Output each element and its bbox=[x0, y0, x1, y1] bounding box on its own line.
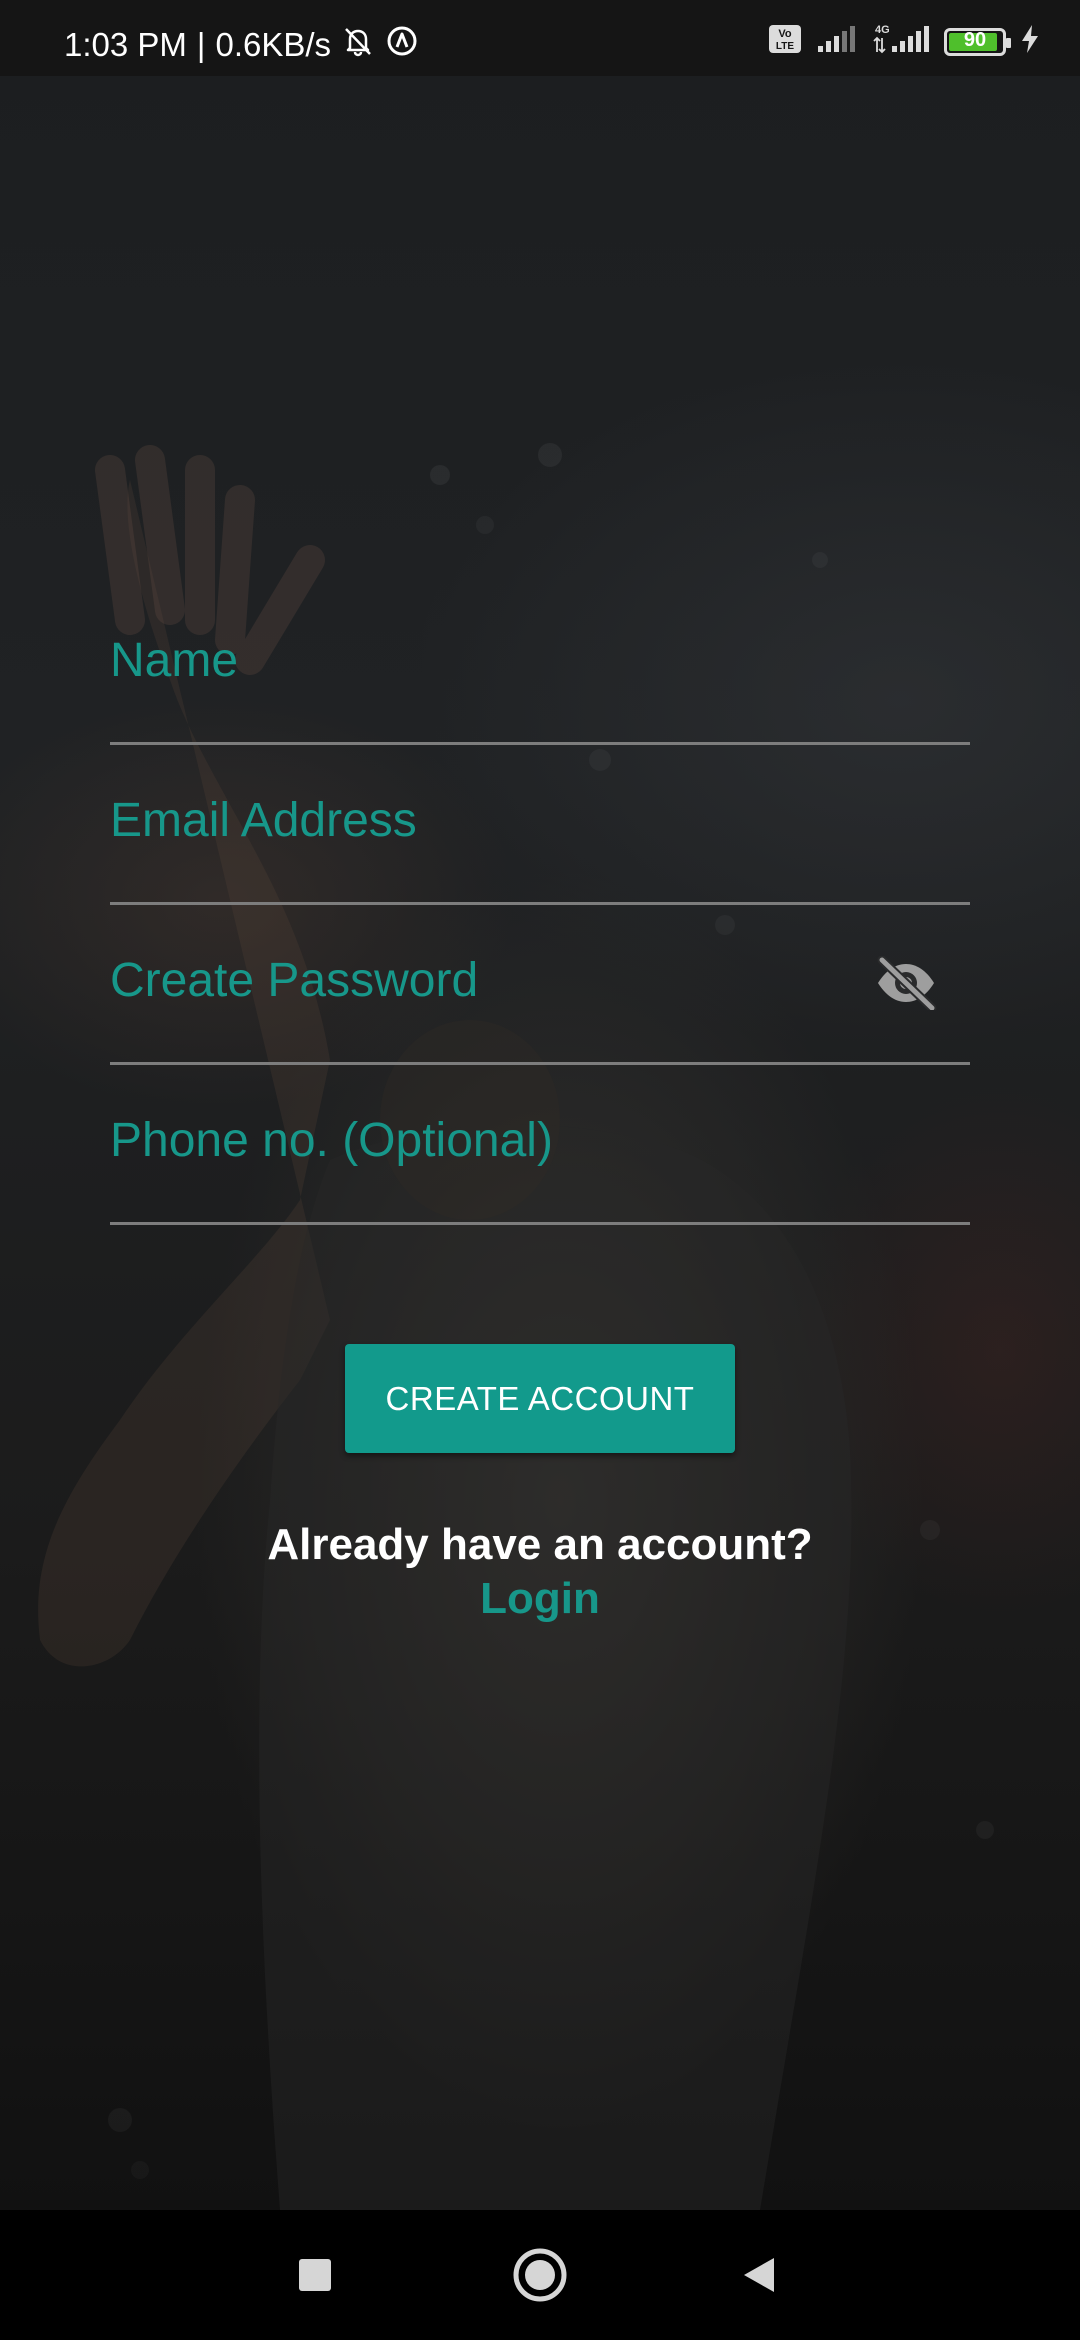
battery-level: 90 bbox=[963, 28, 987, 51]
signal-icon bbox=[816, 24, 858, 59]
battery-icon: 90 bbox=[944, 27, 1011, 56]
name-input[interactable] bbox=[110, 615, 870, 705]
phone-input[interactable] bbox=[110, 1095, 870, 1185]
already-have-account-text: Already have an account? bbox=[267, 1520, 813, 1569]
signup-screen: 1:03 PM | 0.6KB/s Vo LTE 4G 90 Name Emai… bbox=[0, 0, 1080, 2340]
charging-icon bbox=[1020, 24, 1040, 59]
status-bar: 1:03 PM | 0.6KB/s Vo LTE 4G 90 bbox=[0, 0, 1080, 76]
eye-off-icon[interactable] bbox=[872, 953, 940, 1013]
svg-text:LTE: LTE bbox=[776, 41, 794, 52]
volte-icon: Vo LTE bbox=[768, 24, 802, 59]
back-icon[interactable] bbox=[725, 2240, 795, 2310]
signup-form bbox=[110, 585, 970, 1225]
svg-text:4G: 4G bbox=[875, 24, 890, 36]
status-time: 1:03 PM bbox=[64, 26, 187, 63]
battery-tip bbox=[1006, 37, 1011, 48]
recents-icon[interactable] bbox=[280, 2240, 350, 2310]
create-account-button[interactable]: CREATE ACCOUNT bbox=[345, 1344, 735, 1453]
password-field bbox=[110, 905, 970, 1065]
svg-text:Vo: Vo bbox=[778, 28, 792, 40]
navigation-bar bbox=[0, 2210, 1080, 2340]
name-field bbox=[110, 585, 970, 745]
status-separator: | bbox=[196, 26, 206, 63]
network-speed: 0.6KB/s bbox=[215, 26, 332, 63]
bell-off-icon bbox=[341, 24, 375, 66]
home-icon[interactable] bbox=[505, 2240, 575, 2310]
email-input[interactable] bbox=[110, 775, 870, 865]
status-left: 1:03 PM | 0.6KB/s bbox=[64, 24, 419, 66]
status-right: Vo LTE 4G 90 bbox=[768, 22, 1040, 61]
4g-signal-icon: 4G bbox=[872, 22, 930, 61]
password-input[interactable] bbox=[110, 935, 870, 1025]
vpn-icon bbox=[385, 24, 419, 66]
email-field bbox=[110, 745, 970, 905]
login-link[interactable]: Login bbox=[0, 1574, 1080, 1624]
phone-field bbox=[110, 1065, 970, 1225]
